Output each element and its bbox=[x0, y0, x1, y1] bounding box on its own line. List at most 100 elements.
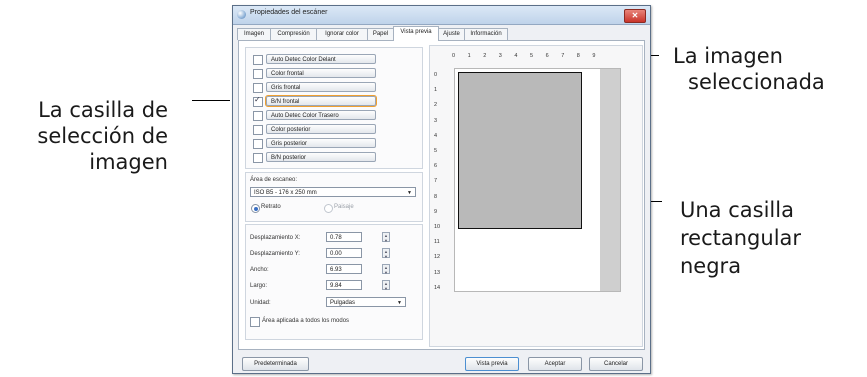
ruler-top: 0 1 2 3 4 5 6 7 8 9 bbox=[452, 53, 602, 65]
scanner-properties-window: Propiedades del escáner ✕ Imagen Compres… bbox=[232, 5, 651, 374]
ruler-left-tick: 1 bbox=[434, 87, 438, 94]
dimensions-group: Desplazamiento X: 0.78 ▲ ▼ Desplazamiento… bbox=[245, 224, 423, 340]
window-title: Propiedades del escáner bbox=[250, 9, 328, 16]
tab-informacion[interactable]: Información bbox=[464, 28, 508, 40]
callout-selected-image-line1: La imagen bbox=[673, 44, 783, 68]
image-checkbox-1[interactable] bbox=[253, 69, 263, 79]
accept-button[interactable]: Aceptar bbox=[528, 357, 582, 371]
image-checkbox-3[interactable] bbox=[253, 95, 263, 107]
image-checkbox-6[interactable] bbox=[253, 139, 263, 149]
preview-page-margin bbox=[600, 69, 620, 291]
ruler-top-tick: 9 bbox=[592, 53, 596, 59]
scan-area-label: Área de escaneo: bbox=[250, 177, 298, 183]
ruler-left-tick: 3 bbox=[434, 117, 438, 124]
image-checkbox-4[interactable] bbox=[253, 111, 263, 121]
ruler-left-tick: 14 bbox=[434, 284, 441, 291]
ruler-top-tick: 4 bbox=[514, 53, 518, 59]
image-button-0[interactable]: Auto Detec Color Delant bbox=[266, 54, 376, 64]
cancel-button[interactable]: Cancelar bbox=[589, 357, 643, 371]
image-checkbox-5[interactable] bbox=[253, 125, 263, 135]
scan-area-rectangle[interactable] bbox=[458, 72, 582, 229]
offset-x-spinner[interactable]: ▲ ▼ bbox=[382, 232, 390, 243]
ruler-left-tick: 0 bbox=[434, 72, 438, 78]
ruler-left-tick: 10 bbox=[434, 224, 441, 230]
default-button[interactable]: Predeterminada bbox=[242, 357, 309, 371]
ruler-left-tick: 9 bbox=[434, 208, 438, 215]
tab-papel[interactable]: Papel bbox=[367, 28, 394, 40]
ruler-left-tick: 6 bbox=[434, 163, 438, 170]
ruler-top-tick: 8 bbox=[576, 53, 580, 59]
scan-area-group: Área de escaneo: ISO B5 - 176 x 250 mm ▼… bbox=[245, 172, 423, 222]
length-spinner[interactable]: ▲ ▼ bbox=[382, 280, 390, 291]
image-checkbox-0[interactable] bbox=[253, 55, 263, 65]
width-spinner[interactable]: ▲ ▼ bbox=[382, 264, 390, 275]
callout-checkbox-line1: La casilla de bbox=[38, 98, 168, 122]
scanner-app-icon bbox=[237, 10, 246, 19]
ruler-left-tick: 11 bbox=[434, 239, 440, 246]
offset-y-spinner[interactable]: ▲ ▼ bbox=[382, 248, 390, 259]
image-button-3[interactable]: B/N frontal bbox=[265, 95, 377, 107]
ruler-top-tick: 0 bbox=[452, 53, 456, 59]
image-button-5[interactable]: Color posterior bbox=[266, 124, 376, 134]
callout-black-box-line1: Una casilla bbox=[680, 198, 794, 222]
tab-compresion[interactable]: Compresión bbox=[270, 28, 317, 40]
title-bar[interactable]: Propiedades del escáner ✕ bbox=[233, 6, 650, 25]
ruler-top-tick: 6 bbox=[545, 53, 549, 59]
unit-value: Pulgadas bbox=[330, 300, 356, 306]
width-label: Ancho: bbox=[250, 267, 269, 273]
ruler-left-tick: 7 bbox=[434, 178, 438, 185]
preview-button[interactable]: Vista previa bbox=[465, 357, 519, 371]
tab-imagen[interactable]: Imagen bbox=[237, 28, 271, 40]
width-input[interactable]: 6.93 bbox=[326, 264, 362, 274]
length-label: Largo: bbox=[250, 283, 268, 289]
offset-y-input[interactable]: 0.00 bbox=[326, 248, 362, 258]
image-button-7[interactable]: B/N posterior bbox=[266, 152, 376, 162]
tab-ignorar-color[interactable]: Ignorar color bbox=[316, 28, 368, 40]
image-checkbox-2[interactable] bbox=[253, 83, 263, 93]
portrait-label: Retrato bbox=[261, 204, 281, 210]
preview-tab-panel: Auto Detec Color Delant Color frontal Gr… bbox=[238, 40, 645, 350]
length-input[interactable]: 9.84 bbox=[326, 280, 362, 290]
tab-ajuste[interactable]: Ajuste bbox=[438, 28, 465, 40]
image-button-6[interactable]: Gris posterior bbox=[266, 138, 376, 148]
close-button[interactable]: ✕ bbox=[624, 9, 646, 23]
preview-page bbox=[454, 68, 621, 292]
portrait-radio[interactable] bbox=[251, 204, 260, 213]
callout-checkbox-line2: selección de bbox=[37, 124, 168, 148]
ruler-top-tick: 3 bbox=[498, 53, 502, 59]
callout-checkbox: La casilla de selección de imagen bbox=[0, 97, 168, 175]
chevron-down-icon: ▼ bbox=[407, 190, 412, 196]
offset-y-label: Desplazamiento Y: bbox=[250, 251, 300, 257]
ruler-left-tick: 12 bbox=[434, 254, 441, 261]
ruler-top-tick: 5 bbox=[530, 53, 534, 59]
apply-all-checkbox[interactable] bbox=[250, 317, 260, 327]
image-button-1[interactable]: Color frontal bbox=[266, 68, 376, 78]
image-button-4[interactable]: Auto Detec Color Trasero bbox=[266, 110, 376, 120]
scan-area-select[interactable]: ISO B5 - 176 x 250 mm ▼ bbox=[250, 187, 416, 197]
image-button-2[interactable]: Gris frontal bbox=[266, 82, 376, 92]
landscape-label: Paisaje bbox=[334, 204, 354, 210]
landscape-radio[interactable] bbox=[324, 204, 333, 213]
ruler-left-tick: 2 bbox=[434, 102, 438, 109]
chevron-down-icon: ▼ bbox=[397, 300, 402, 306]
preview-page-white bbox=[455, 69, 600, 291]
offset-x-input[interactable]: 0.78 bbox=[326, 232, 362, 242]
unit-label: Unidad: bbox=[250, 300, 271, 306]
callout-checkbox-line3: imagen bbox=[89, 150, 168, 174]
ruler-top-tick: 7 bbox=[561, 53, 565, 59]
ruler-left-tick: 8 bbox=[434, 193, 438, 200]
ruler-left-tick: 13 bbox=[434, 269, 441, 276]
tab-vista-previa[interactable]: Vista previa bbox=[393, 26, 439, 41]
unit-select[interactable]: Pulgadas ▼ bbox=[326, 297, 406, 307]
image-checkbox-7[interactable] bbox=[253, 153, 263, 163]
callout-selected-image-line2: seleccionada bbox=[688, 70, 825, 94]
callout-black-box-line3: negra bbox=[680, 254, 742, 278]
preview-area[interactable]: 0123456789 0 1 2 3 4 5 6 7 8 9 10 11 12 13 14 bbox=[429, 45, 643, 347]
scan-area-value: ISO B5 - 176 x 250 mm bbox=[254, 190, 317, 196]
apply-all-label: Área aplicada a todos los modos bbox=[262, 318, 350, 324]
callout-selected-image: La imagen seleccionada bbox=[673, 43, 863, 95]
ruler-top-tick: 1 bbox=[467, 53, 471, 59]
offset-x-label: Desplazamiento X: bbox=[250, 235, 301, 241]
callout-checkbox-pointer bbox=[192, 100, 230, 101]
callout-black-box: Una casilla rectangular negra bbox=[680, 196, 865, 280]
